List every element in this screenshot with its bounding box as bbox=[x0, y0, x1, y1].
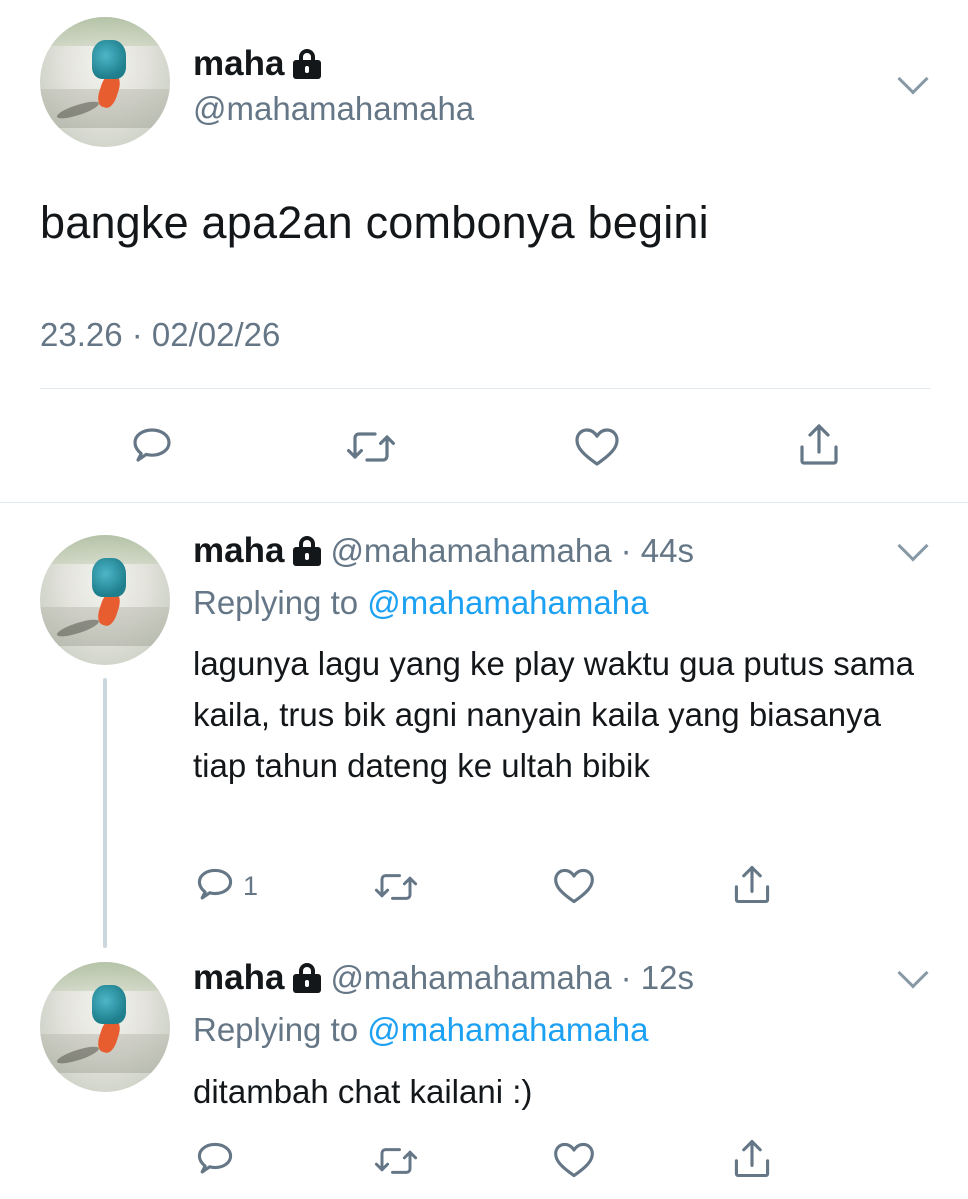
reply-button[interactable]: 1 bbox=[193, 864, 258, 908]
display-name-text: maha bbox=[193, 531, 285, 570]
tweet-text: ditambah chat kailani :) bbox=[193, 1073, 533, 1110]
lock-icon bbox=[293, 536, 322, 566]
retweet-icon bbox=[374, 1148, 418, 1174]
reply-button[interactable] bbox=[193, 1138, 237, 1182]
handle[interactable]: @mahamahamaha bbox=[193, 90, 474, 128]
share-button[interactable] bbox=[795, 420, 843, 470]
display-name-text: maha bbox=[193, 958, 285, 997]
divider bbox=[40, 388, 930, 389]
thread-line bbox=[103, 678, 107, 948]
relative-time: · 12s bbox=[620, 959, 694, 996]
lock-icon bbox=[293, 49, 322, 79]
reply-count: 1 bbox=[243, 870, 259, 901]
share-icon bbox=[734, 866, 770, 904]
chevron-down-icon[interactable] bbox=[897, 530, 929, 562]
relative-time: · 44s bbox=[620, 532, 694, 569]
divider bbox=[0, 502, 968, 503]
reply-header[interactable]: maha @mahamahamaha · 44s bbox=[193, 531, 694, 571]
tweet-timestamp: 23.26 · 02/02/26 bbox=[40, 316, 281, 353]
avatar[interactable] bbox=[40, 962, 170, 1092]
like-icon bbox=[554, 868, 594, 904]
retweet-icon bbox=[374, 874, 418, 900]
reply-icon bbox=[197, 868, 233, 900]
reply-icon bbox=[133, 428, 171, 462]
retweet-button[interactable] bbox=[373, 1140, 419, 1182]
tweet-text: lagunya lagu yang ke play waktu gua putu… bbox=[193, 645, 914, 784]
replying-to-link[interactable]: @mahamahamaha bbox=[367, 584, 648, 621]
retweet-button[interactable] bbox=[345, 423, 397, 471]
retweet-button[interactable] bbox=[373, 866, 419, 908]
reply-icon bbox=[197, 1142, 233, 1174]
tweet-text: bangke apa2an combonya begini bbox=[40, 197, 709, 248]
handle: @mahamahamaha bbox=[330, 532, 612, 569]
like-button[interactable] bbox=[551, 1138, 597, 1182]
chevron-down-icon[interactable] bbox=[897, 63, 929, 95]
replying-to-link[interactable]: @mahamahamaha bbox=[367, 1011, 648, 1048]
like-icon bbox=[554, 1142, 594, 1178]
display-name[interactable]: maha bbox=[193, 44, 322, 84]
like-button[interactable] bbox=[572, 423, 622, 471]
replying-to: Replying to @mahamahamaha bbox=[193, 1011, 648, 1049]
avatar[interactable] bbox=[40, 17, 170, 147]
handle: @mahamahamaha bbox=[330, 959, 612, 996]
retweet-icon bbox=[347, 432, 395, 462]
reply-header[interactable]: maha @mahamahamaha · 12s bbox=[193, 958, 694, 998]
share-button[interactable] bbox=[730, 862, 774, 908]
replying-prefix: Replying to bbox=[193, 584, 359, 621]
chevron-down-icon[interactable] bbox=[897, 957, 929, 989]
display-name-text: maha bbox=[193, 44, 285, 83]
share-icon bbox=[734, 1140, 770, 1178]
reply-button[interactable] bbox=[128, 423, 176, 471]
like-icon bbox=[575, 428, 619, 466]
share-button[interactable] bbox=[730, 1136, 774, 1182]
replying-prefix: Replying to bbox=[193, 1011, 359, 1048]
share-icon bbox=[800, 424, 838, 465]
like-button[interactable] bbox=[551, 864, 597, 908]
avatar[interactable] bbox=[40, 535, 170, 665]
lock-icon bbox=[293, 963, 322, 993]
replying-to: Replying to @mahamahamaha bbox=[193, 584, 648, 622]
